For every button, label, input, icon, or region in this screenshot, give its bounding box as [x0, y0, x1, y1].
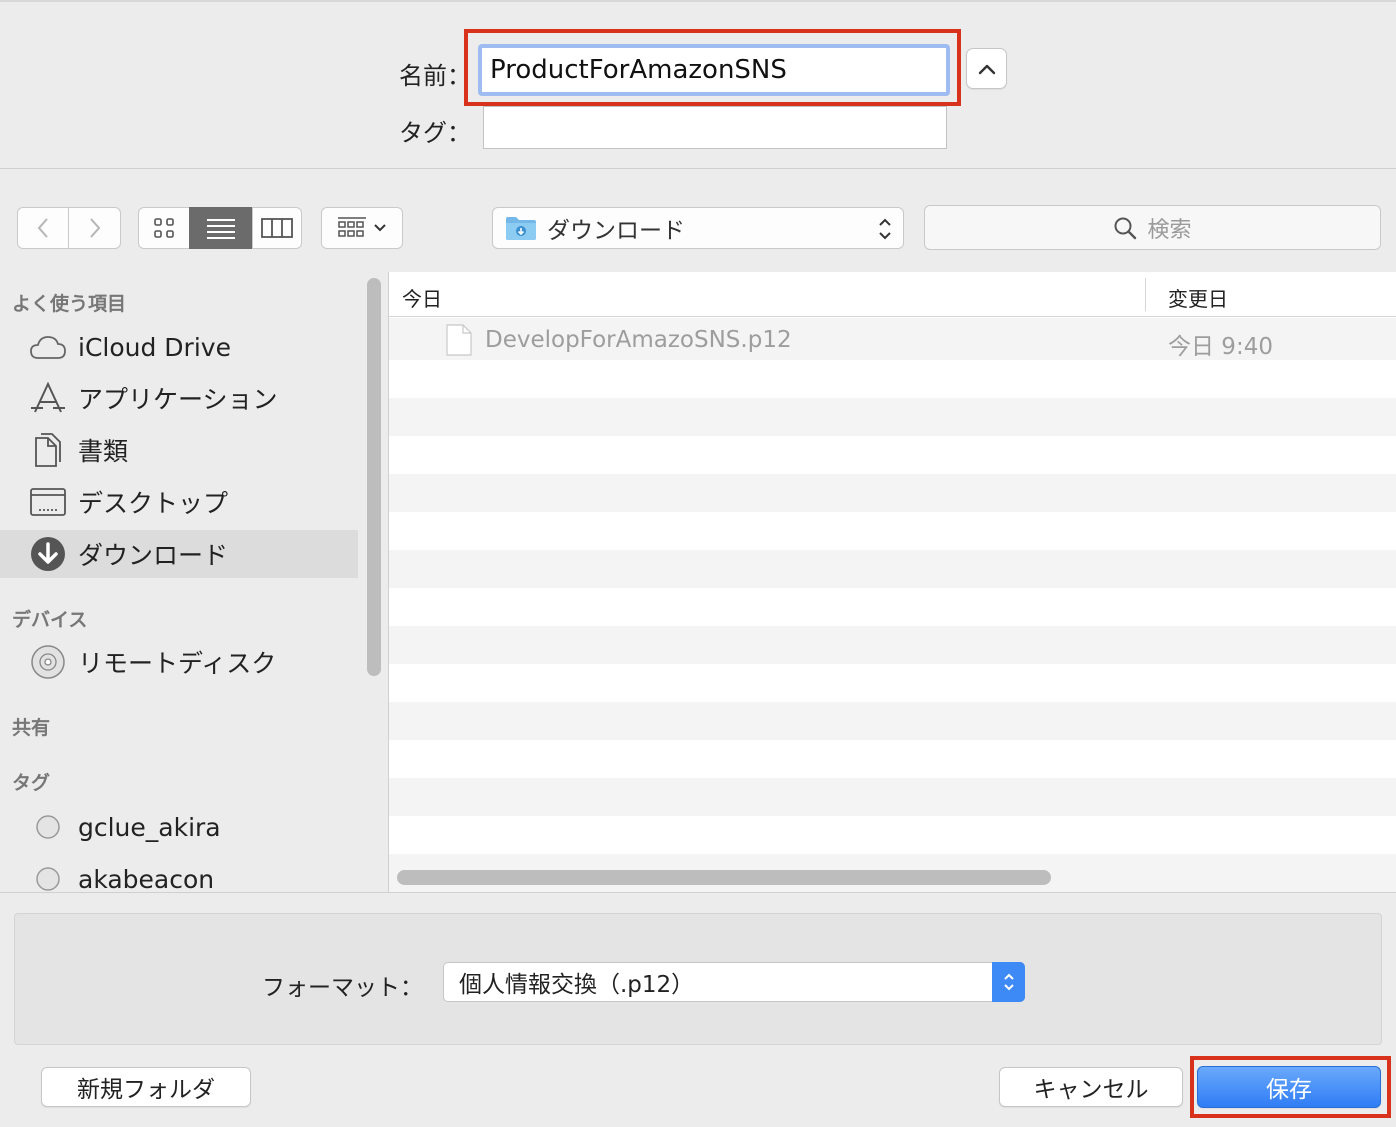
name-input-value: ProductForAmazonSNS	[490, 55, 787, 85]
format-label: フォーマット：	[262, 975, 423, 1001]
cloud-icon	[28, 327, 68, 367]
new-folder-button[interactable]: 新規フォルダ	[41, 1067, 251, 1107]
sidebar-item-label: akabeacon	[78, 864, 215, 893]
list-view-button[interactable]	[189, 207, 253, 249]
sidebar-item-label: リモートディスク	[78, 649, 277, 678]
desktop-icon	[28, 482, 68, 522]
file-date: 今日 9:40	[1168, 334, 1273, 360]
search-field[interactable]: 検索	[924, 205, 1381, 250]
name-input[interactable]: ProductForAmazonSNS	[478, 44, 950, 96]
column-view-button[interactable]	[252, 207, 302, 249]
sidebar-item-remote-disc[interactable]: リモートディスク	[0, 638, 358, 686]
save-button[interactable]: 保存	[1197, 1066, 1381, 1108]
name-label: 名前：	[399, 62, 471, 90]
back-button[interactable]	[17, 207, 69, 249]
search-icon	[1114, 217, 1137, 239]
sidebar-item-label: 書類	[78, 437, 129, 466]
empty-row	[389, 778, 1396, 816]
forward-button[interactable]	[69, 207, 121, 249]
header-divider	[0, 168, 1396, 169]
file-list: 今日 変更日 DevelopForAmazoSNS.p12 今日 9:40	[389, 272, 1396, 892]
tags-header: タグ	[12, 772, 51, 794]
arrange-button[interactable]	[321, 207, 403, 249]
sidebar-item-label: アプリケーション	[78, 385, 278, 414]
sidebar-item-documents[interactable]: 書類	[0, 426, 358, 474]
tag-input[interactable]	[483, 106, 947, 149]
empty-row	[389, 702, 1396, 740]
empty-row	[389, 664, 1396, 702]
shared-header: 共有	[12, 717, 51, 739]
empty-row	[389, 550, 1396, 588]
downloads-folder-icon	[506, 217, 536, 240]
file-name: DevelopForAmazoSNS.p12	[485, 327, 792, 353]
sidebar-item-label: gclue_akira	[78, 812, 221, 842]
tag-circle-icon	[28, 807, 68, 847]
chevron-right-icon	[89, 218, 100, 238]
sidebar-item-icloud-drive[interactable]: iCloud Drive	[0, 323, 358, 371]
document-icon	[446, 324, 472, 356]
empty-row	[389, 588, 1396, 626]
sidebar-item-label: デスクトップ	[78, 489, 229, 518]
format-popup[interactable]: 個人情報交換（.p12）	[443, 962, 1025, 1002]
empty-row	[389, 436, 1396, 474]
chevron-left-icon	[37, 218, 48, 238]
sidebar-scrollbar[interactable]	[367, 278, 381, 676]
empty-row	[389, 360, 1396, 398]
horizontal-scrollbar[interactable]	[397, 870, 1051, 885]
cancel-button[interactable]: キャンセル	[999, 1067, 1183, 1107]
tag-label: タグ：	[399, 119, 471, 147]
favorites-header: よく使う項目	[12, 293, 127, 315]
empty-row	[389, 816, 1396, 854]
collapse-dialog-button[interactable]	[966, 48, 1007, 89]
grid-icon	[154, 218, 174, 238]
column-separator	[1145, 278, 1146, 311]
arrange-grid-icon	[338, 217, 366, 237]
column-header-name[interactable]: 今日	[402, 283, 442, 312]
sidebar-item-downloads[interactable]: ダウンロード	[0, 530, 358, 578]
empty-row	[389, 626, 1396, 664]
columns-icon	[261, 218, 293, 238]
applications-icon	[28, 378, 68, 418]
devices-header: デバイス	[12, 609, 88, 631]
empty-row	[389, 474, 1396, 512]
location-popup[interactable]: ダウンロード	[492, 207, 904, 249]
sidebar-item-label: ダウンロード	[78, 541, 229, 570]
empty-row	[389, 512, 1396, 550]
sidebar-item-tag-akabeacon[interactable]: akabeacon	[0, 855, 358, 892]
file-row[interactable]: DevelopForAmazoSNS.p12 今日 9:40	[389, 318, 1396, 360]
documents-icon	[28, 430, 68, 470]
downloads-icon	[28, 534, 68, 574]
location-label: ダウンロード	[547, 218, 685, 244]
column-header-date[interactable]: 変更日	[1168, 283, 1228, 312]
sidebar-item-label: iCloud Drive	[78, 332, 231, 362]
updown-arrows-icon	[1003, 973, 1014, 991]
updown-arrows-icon	[879, 218, 891, 240]
icon-view-button[interactable]	[138, 207, 190, 249]
footer-divider	[0, 892, 1396, 893]
sidebar-item-tag-gclue-akira[interactable]: gclue_akira	[0, 803, 358, 851]
sidebar-item-desktop[interactable]: デスクトップ	[0, 478, 358, 526]
list-icon	[207, 219, 235, 239]
file-list-header: 今日 変更日	[389, 272, 1396, 317]
format-value: 個人情報交換（.p12）	[459, 972, 695, 998]
empty-row	[389, 740, 1396, 778]
sidebar-item-applications[interactable]: アプリケーション	[0, 374, 358, 422]
sidebar: よく使う項目 iCloud Drive アプリケーション 書類 デスクトップ ダ…	[0, 272, 389, 892]
search-placeholder: 検索	[1147, 217, 1192, 243]
disc-icon	[28, 642, 68, 682]
popup-arrows	[992, 962, 1025, 1002]
tag-circle-icon	[28, 859, 68, 892]
empty-row	[389, 398, 1396, 436]
chevron-down-icon	[374, 224, 386, 232]
chevron-up-icon	[978, 64, 995, 74]
